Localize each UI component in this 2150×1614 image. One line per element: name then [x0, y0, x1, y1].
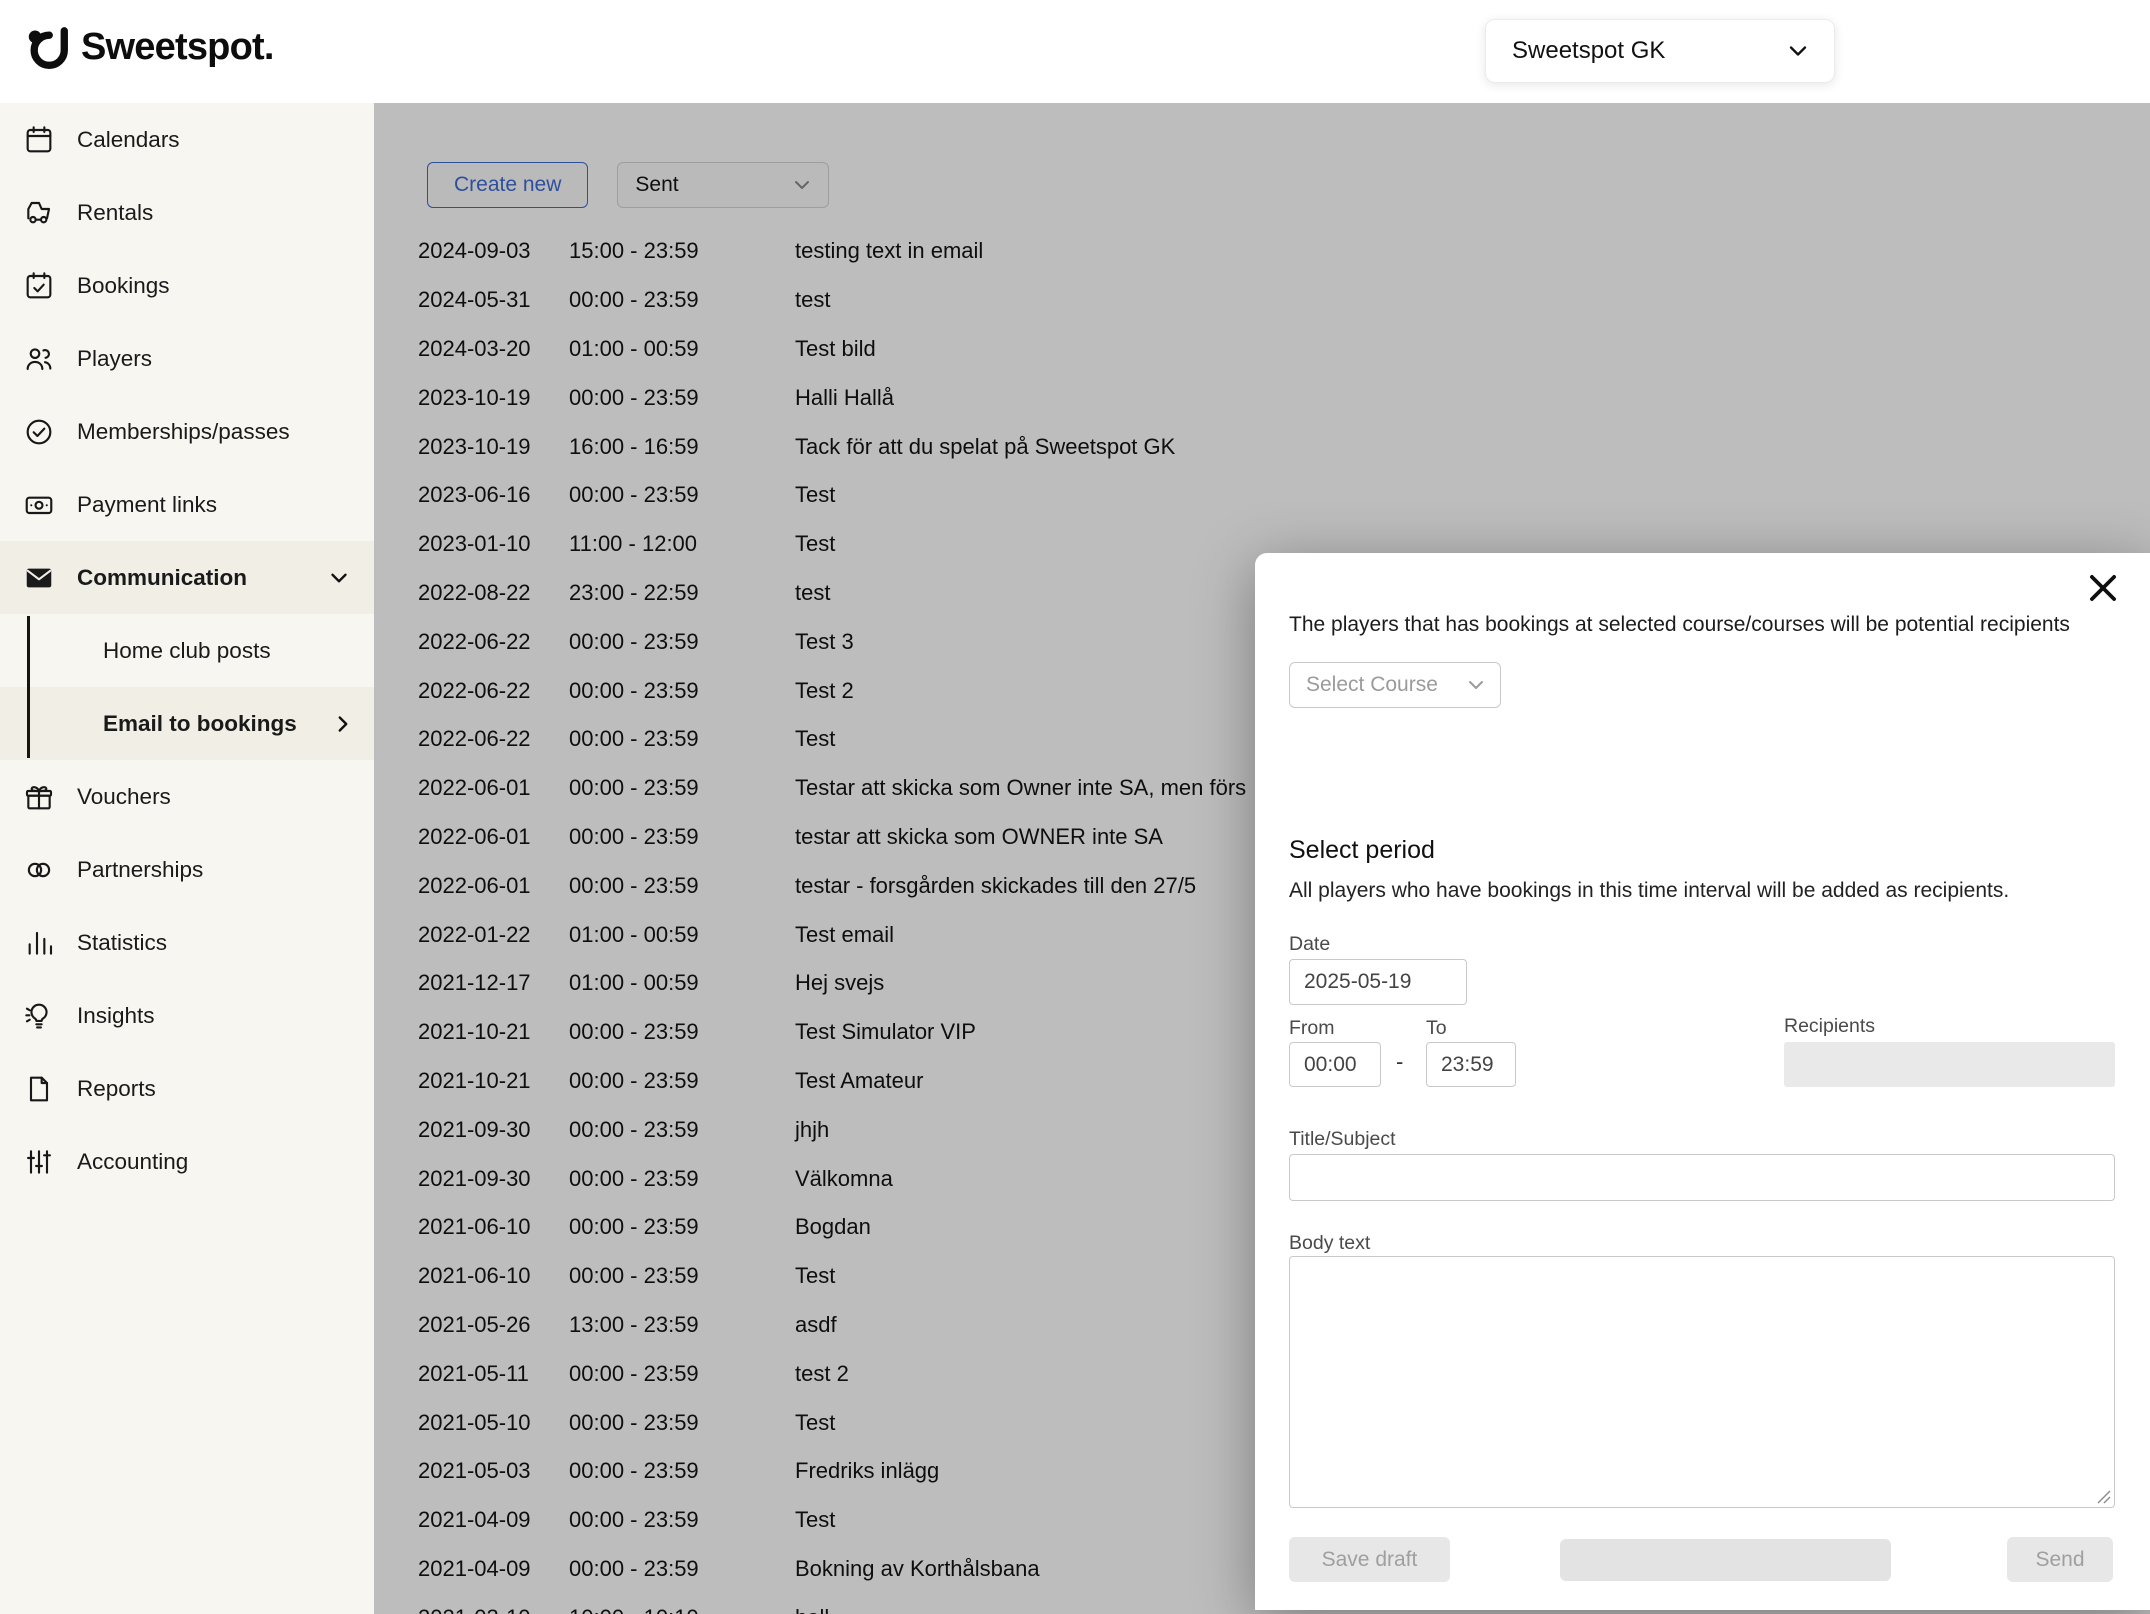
close-icon[interactable] [2084, 569, 2122, 607]
sidebar-item-memberships[interactable]: Memberships/passes [0, 395, 374, 468]
time-range-separator: - [1396, 1049, 1403, 1075]
sidebar-item-communication[interactable]: Communication [0, 541, 374, 614]
sidebar-item-calendars[interactable]: Calendars [0, 103, 374, 176]
recipients-label: Recipients [1784, 1015, 1875, 1038]
sidebar-item-label: Partnerships [77, 857, 203, 883]
sidebar-item-label: Memberships/passes [77, 419, 290, 445]
email-compose-modal: The players that has bookings at selecte… [1255, 553, 2150, 1610]
sidebar-item-label: Statistics [77, 930, 167, 956]
bar-chart-icon [23, 927, 55, 959]
send-button[interactable]: Send [2007, 1537, 2113, 1582]
sidebar-item-partnerships[interactable]: Partnerships [0, 833, 374, 906]
sweetspot-logo: Sweetspot. [27, 26, 274, 69]
sidebar-item-home-club-posts[interactable]: Home club posts [0, 614, 374, 687]
body-text-wrapper [1289, 1256, 2115, 1508]
chevron-down-icon [1464, 673, 1488, 697]
sidebar-item-label: Payment links [77, 492, 217, 518]
sidebar-item-label: Rentals [77, 200, 153, 226]
select-period-description: All players who have bookings in this ti… [1289, 879, 2009, 903]
gift-icon [23, 781, 55, 813]
title-subject-input[interactable] [1289, 1154, 2115, 1201]
select-period-title: Select period [1289, 836, 1435, 865]
sliders-icon [23, 1146, 55, 1178]
topbar: Sweetspot. Sweetspot GK [0, 0, 2150, 103]
sidebar-item-reports[interactable]: Reports [0, 1052, 374, 1125]
people-icon [23, 343, 55, 375]
sidebar-item-label: Insights [77, 1003, 155, 1029]
sidebar-item-accounting[interactable]: Accounting [0, 1125, 374, 1198]
from-label: From [1289, 1017, 1335, 1040]
sidebar-item-rentals[interactable]: Rentals [0, 176, 374, 249]
body-text-label: Body text [1289, 1232, 1370, 1255]
sidebar-item-vouchers[interactable]: Vouchers [0, 760, 374, 833]
calendar-check-icon [23, 270, 55, 302]
club-selector[interactable]: Sweetspot GK [1485, 19, 1835, 83]
banknote-icon [23, 489, 55, 521]
sidebar-item-bookings[interactable]: Bookings [0, 249, 374, 322]
lightbulb-icon [23, 1000, 55, 1032]
to-label: To [1426, 1017, 1447, 1040]
date-label: Date [1289, 933, 1330, 956]
sidebar-item-label: Players [77, 346, 152, 372]
to-time-input[interactable] [1426, 1042, 1516, 1087]
chevron-down-icon [326, 565, 352, 591]
save-draft-button[interactable]: Save draft [1289, 1537, 1450, 1582]
sidebar-item-label: Home club posts [103, 638, 271, 664]
chevron-right-icon [330, 711, 356, 737]
title-subject-label: Title/Subject [1289, 1128, 1396, 1151]
sidebar-item-label: Communication [77, 565, 247, 591]
date-input[interactable] [1289, 959, 1467, 1005]
sidebar-item-statistics[interactable]: Statistics [0, 906, 374, 979]
resize-handle-icon[interactable] [2096, 1489, 2112, 1505]
document-icon [23, 1073, 55, 1105]
from-time-input[interactable] [1289, 1042, 1381, 1087]
sidebar-item-players[interactable]: Players [0, 322, 374, 395]
body-text-input[interactable] [1289, 1256, 2115, 1508]
sidebar-item-label: Email to bookings [103, 711, 297, 737]
recipients-field[interactable] [1784, 1042, 2115, 1087]
sidebar: Calendars Rentals Bookings Players Membe [0, 103, 374, 1614]
sidebar-item-label: Reports [77, 1076, 156, 1102]
course-select[interactable]: Select Course [1289, 662, 1501, 708]
sidebar-item-label: Accounting [77, 1149, 188, 1175]
sidebar-item-email-to-bookings[interactable]: Email to bookings [0, 687, 374, 760]
club-selector-value: Sweetspot GK [1512, 37, 1665, 65]
badge-check-icon [23, 416, 55, 448]
sidebar-item-payment-links[interactable]: Payment links [0, 468, 374, 541]
chevron-down-icon [1784, 37, 1812, 65]
sweetspot-app: Sweetspot. Sweetspot GK Calendars Rental… [0, 0, 2150, 1614]
handshake-icon [23, 854, 55, 886]
logo-text: Sweetspot. [81, 26, 274, 69]
course-select-placeholder: Select Course [1306, 673, 1438, 697]
envelope-icon [23, 562, 55, 594]
sweetspot-logo-icon [27, 27, 69, 69]
communication-submenu: Home club posts Email to bookings [0, 614, 374, 760]
sidebar-item-label: Bookings [77, 273, 170, 299]
golf-cart-icon [23, 197, 55, 229]
recipients-info-text: The players that has bookings at selecte… [1289, 613, 2070, 637]
sidebar-item-insights[interactable]: Insights [0, 979, 374, 1052]
submenu-indent-line [27, 616, 30, 758]
sidebar-item-label: Vouchers [77, 784, 171, 810]
schedule-field[interactable] [1560, 1539, 1891, 1581]
calendar-icon [23, 124, 55, 156]
sidebar-item-label: Calendars [77, 127, 180, 153]
